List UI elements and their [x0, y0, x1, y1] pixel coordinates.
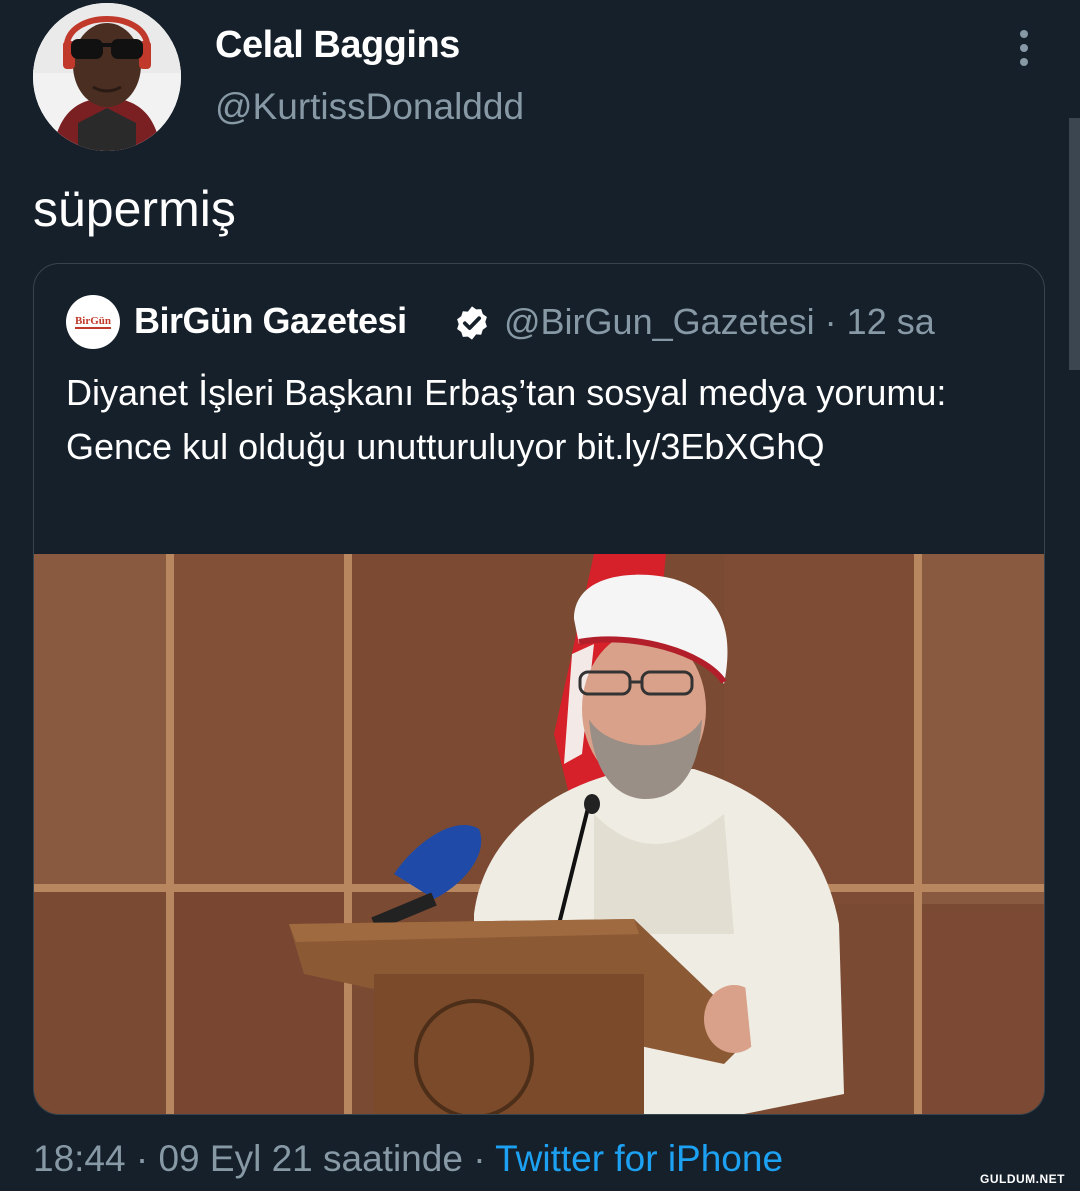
quoted-handle-time[interactable]: @BirGun_Gazetesi · 12 sa	[504, 301, 935, 343]
more-options-icon[interactable]	[1006, 26, 1042, 70]
author-avatar[interactable]	[33, 3, 181, 151]
verified-badge-icon	[457, 306, 487, 340]
tweet-meta: 18:44 · 09 Eyl 21 saatinde · Twitter for…	[33, 1138, 783, 1180]
author-display-name[interactable]: Celal Baggins	[215, 24, 460, 67]
quoted-tweet-photo[interactable]	[34, 554, 1045, 1115]
author-handle[interactable]: @KurtissDonalddd	[215, 86, 524, 128]
tweet-text: süpermiş	[33, 181, 236, 237]
logo-text: BirGün	[74, 315, 112, 329]
dot	[1020, 58, 1028, 66]
quoted-tweet-card[interactable]: BirGün BirGün Gazetesi @BirGun_Gazetesi …	[33, 263, 1045, 1115]
scrollbar[interactable]	[1069, 118, 1080, 370]
dot	[1020, 44, 1028, 52]
birgun-logo[interactable]: BirGün	[66, 295, 120, 349]
quoted-display-name[interactable]: BirGün Gazetesi	[134, 300, 407, 342]
avatar-image	[33, 3, 181, 151]
dot	[1020, 30, 1028, 38]
source-link[interactable]: Twitter for iPhone	[495, 1138, 783, 1179]
watermark: GULDUM.NET	[980, 1172, 1065, 1186]
quoted-tweet-text: Diyanet İşleri Başkanı Erbaş’tan sosyal …	[66, 372, 947, 467]
timestamp[interactable]: 18:44 · 09 Eyl 21 saatinde ·	[33, 1138, 495, 1179]
